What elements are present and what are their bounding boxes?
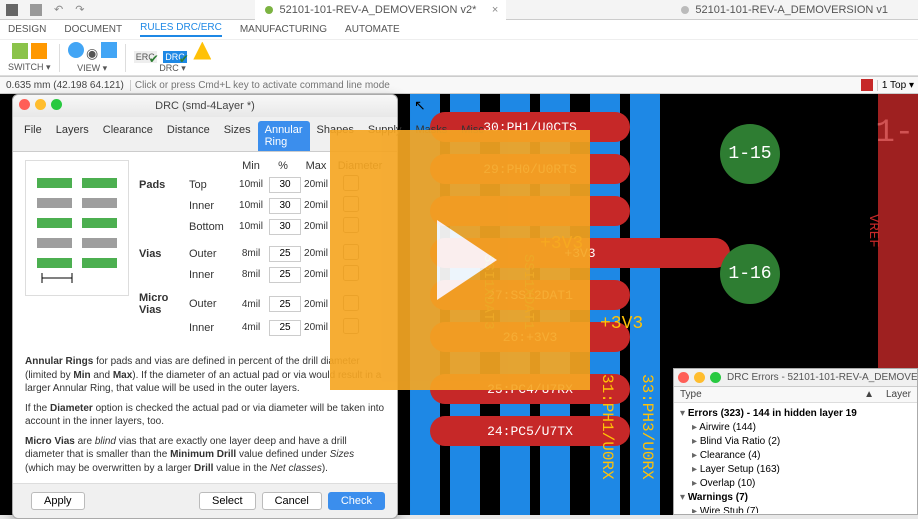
grid-icon (101, 42, 117, 58)
drc-group[interactable]: ERC✔ DRC✔ DRC ▾ (134, 42, 212, 74)
video-play-overlay[interactable] (330, 130, 590, 390)
tab-icon (681, 6, 689, 14)
dialog-titlebar[interactable]: DRC (smd-4Layer *) (13, 95, 397, 117)
error-tree-item[interactable]: Airwire (144) (680, 421, 911, 435)
drc-tab-distance[interactable]: Distance (160, 121, 217, 151)
zoom-icon[interactable] (51, 99, 62, 110)
annular-ring-diagram (25, 160, 129, 296)
tab-label: 52101-101-REV-A_DEMOVERSION v1 (695, 4, 888, 16)
drc-tab-sizes[interactable]: Sizes (217, 121, 258, 151)
layer-color-swatch[interactable] (861, 79, 873, 91)
close-icon[interactable] (678, 372, 689, 383)
error-tree-item[interactable]: Warnings (7) (680, 491, 911, 505)
error-tree-item[interactable]: Blind Via Ratio (2) (680, 435, 911, 449)
view-group[interactable]: ◉ VIEW ▾ (68, 42, 117, 74)
close-icon[interactable] (19, 99, 30, 110)
document-tab-strip: ↶ ↷ 52101-101-REV-A_DEMOVERSION v2* × 52… (0, 0, 918, 20)
ribbon-tab-manufacturing[interactable]: MANUFACTURING (240, 24, 327, 35)
col-min: Min (233, 160, 269, 172)
switch-icon (12, 43, 28, 59)
switch-icon-2 (31, 43, 47, 59)
drc-tab-clearance[interactable]: Clearance (96, 121, 160, 151)
view-label: VIEW ▾ (77, 63, 107, 74)
drc-tab-annular-ring[interactable]: Annular Ring (258, 121, 310, 151)
errors-titlebar[interactable]: DRC Errors - 52101-101-REV-A_DEMOVERSION… (674, 369, 917, 387)
redo-icon[interactable]: ↷ (69, 3, 90, 16)
check-button[interactable]: Check (328, 492, 385, 510)
error-tree-item[interactable]: Overlap (10) (680, 477, 911, 491)
error-tree-item[interactable]: Wire Stub (7) (680, 505, 911, 513)
net-label: 31:PH1/U0RX (598, 374, 616, 480)
ribbon-tab-design[interactable]: DESIGN (8, 24, 46, 35)
app-menu-icon[interactable] (6, 4, 18, 16)
play-icon (437, 220, 497, 300)
zoom-icon[interactable] (710, 372, 721, 383)
via: 1-16 (720, 244, 780, 304)
drc-errors-panel: DRC Errors - 52101-101-REV-A_DEMOVERSION… (673, 368, 918, 515)
drc-tab-file[interactable]: File (17, 121, 49, 151)
ribbon-tab-automate[interactable]: AUTOMATE (345, 24, 400, 35)
cancel-button[interactable]: Cancel (262, 492, 322, 510)
undo-icon[interactable]: ↶ (48, 3, 69, 16)
minimize-icon[interactable] (694, 372, 705, 383)
dialog-title: DRC (smd-4Layer *) (155, 100, 255, 112)
apply-button[interactable]: Apply (31, 492, 85, 510)
ribbon-tab-rules[interactable]: RULES DRC/ERC (140, 22, 222, 37)
error-tree-item[interactable]: Clearance (4) (680, 449, 911, 463)
tab-label: 52101-101-REV-A_DEMOVERSION v2* (279, 4, 476, 16)
close-icon[interactable]: × (492, 4, 498, 16)
select-button[interactable]: Select (199, 492, 256, 510)
sort-icon[interactable]: ▲ (858, 389, 880, 400)
warning-icon (193, 42, 211, 60)
errors-title: DRC Errors - 52101-101-REV-A_DEMOVERSION… (727, 372, 917, 383)
document-tab-active[interactable]: 52101-101-REV-A_DEMOVERSION v2* × (255, 0, 506, 20)
layer-selector[interactable]: 1 Top ▾ (877, 80, 918, 91)
coordinates: 0.635 mm (42.198 64.121) (0, 80, 131, 91)
ribbon-toolbar: SWITCH ▾ ◉ VIEW ▾ ERC✔ DRC✔ DRC ▾ (0, 40, 918, 76)
info-icon (68, 42, 84, 58)
drc-tab-layers[interactable]: Layers (49, 121, 96, 151)
status-bar: 0.635 mm (42.198 64.121) 1 Top ▾ (0, 76, 918, 94)
minimize-icon[interactable] (35, 99, 46, 110)
net-label: 33:PH3/U0RX (638, 374, 656, 480)
ribbon-menu: DESIGN DOCUMENT RULES DRC/ERC MANUFACTUR… (0, 20, 918, 40)
error-tree-item[interactable]: Errors (323) - 144 in hidden layer 19 (680, 407, 911, 421)
tab-modified-icon (265, 6, 273, 14)
cursor-icon: ↖ (414, 97, 426, 114)
col-layer[interactable]: Layer (880, 389, 917, 400)
eye-icon: ◉ (86, 45, 98, 61)
error-tree-item[interactable]: Layer Setup (163) (680, 463, 911, 477)
errors-tree[interactable]: Errors (323) - 144 in hidden layer 19Air… (674, 403, 917, 513)
document-tab-inactive[interactable]: 52101-101-REV-A_DEMOVERSION v1 (671, 0, 918, 20)
switch-label: SWITCH ▾ (8, 62, 51, 73)
command-input[interactable] (131, 77, 857, 93)
errors-header: Type ▲ Layer (674, 387, 917, 403)
col-pct: % (269, 160, 297, 172)
col-type[interactable]: Type (674, 389, 858, 400)
switch-group[interactable]: SWITCH ▾ (8, 43, 51, 73)
dialog-footer: Apply Select Cancel Check (13, 483, 397, 518)
via: 1-15 (720, 124, 780, 184)
ribbon-tab-document[interactable]: DOCUMENT (64, 24, 122, 35)
doc-icon[interactable] (30, 4, 42, 16)
net-label: +3V3 (600, 314, 643, 334)
